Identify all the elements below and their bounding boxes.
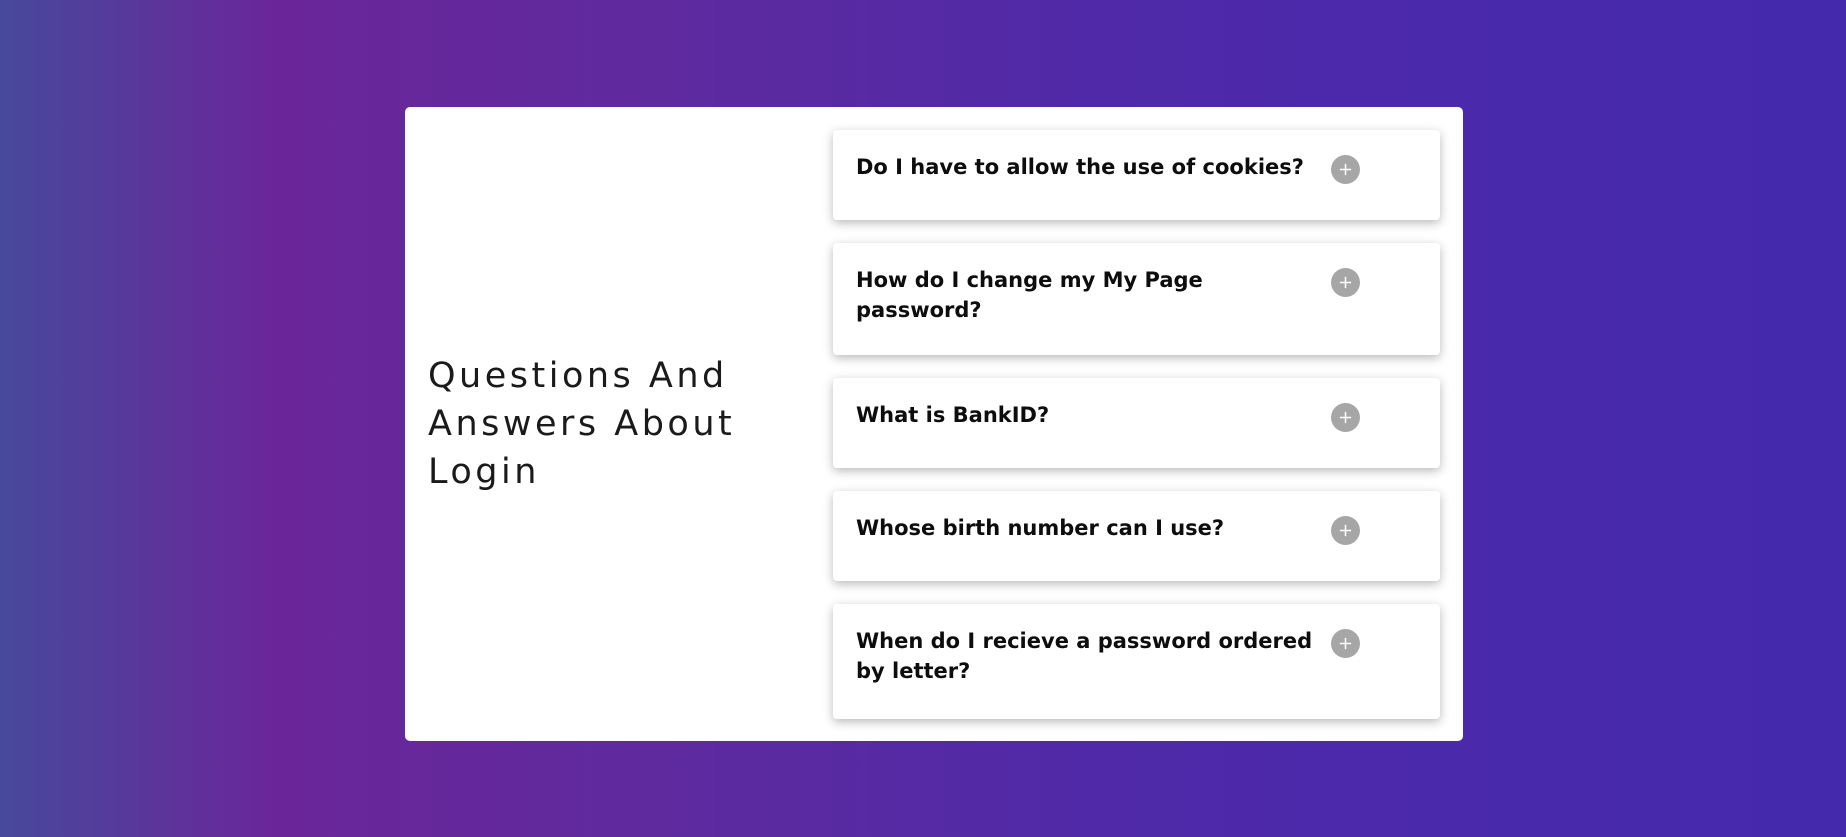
faq-list: Do I have to allow the use of cookies? H… (833, 130, 1440, 742)
faq-question: What is BankID? (856, 403, 1050, 427)
plus-icon[interactable] (1331, 516, 1360, 545)
plus-icon[interactable] (1331, 268, 1360, 297)
plus-icon[interactable] (1331, 155, 1360, 184)
faq-question: Whose birth number can I use? (856, 516, 1225, 540)
faq-item-bankid[interactable]: What is BankID? (833, 378, 1440, 468)
faq-item-password[interactable]: How do I change my My Page password? (833, 243, 1440, 355)
title-section: Questions And Answers About Login (428, 107, 788, 741)
faq-question: Do I have to allow the use of cookies? (856, 155, 1304, 179)
faq-item-birth-number[interactable]: Whose birth number can I use? (833, 491, 1440, 581)
faq-item-letter-password[interactable]: When do I recieve a password ordered by … (833, 604, 1440, 719)
faq-question: How do I change my My Page password? (856, 268, 1203, 322)
faq-question: When do I recieve a password ordered by … (856, 629, 1313, 683)
plus-icon[interactable] (1331, 629, 1360, 658)
faq-item-cookies[interactable]: Do I have to allow the use of cookies? (833, 130, 1440, 220)
faq-card: Questions And Answers About Login Do I h… (405, 107, 1463, 741)
plus-icon[interactable] (1331, 403, 1360, 432)
page-title: Questions And Answers About Login (428, 356, 736, 492)
